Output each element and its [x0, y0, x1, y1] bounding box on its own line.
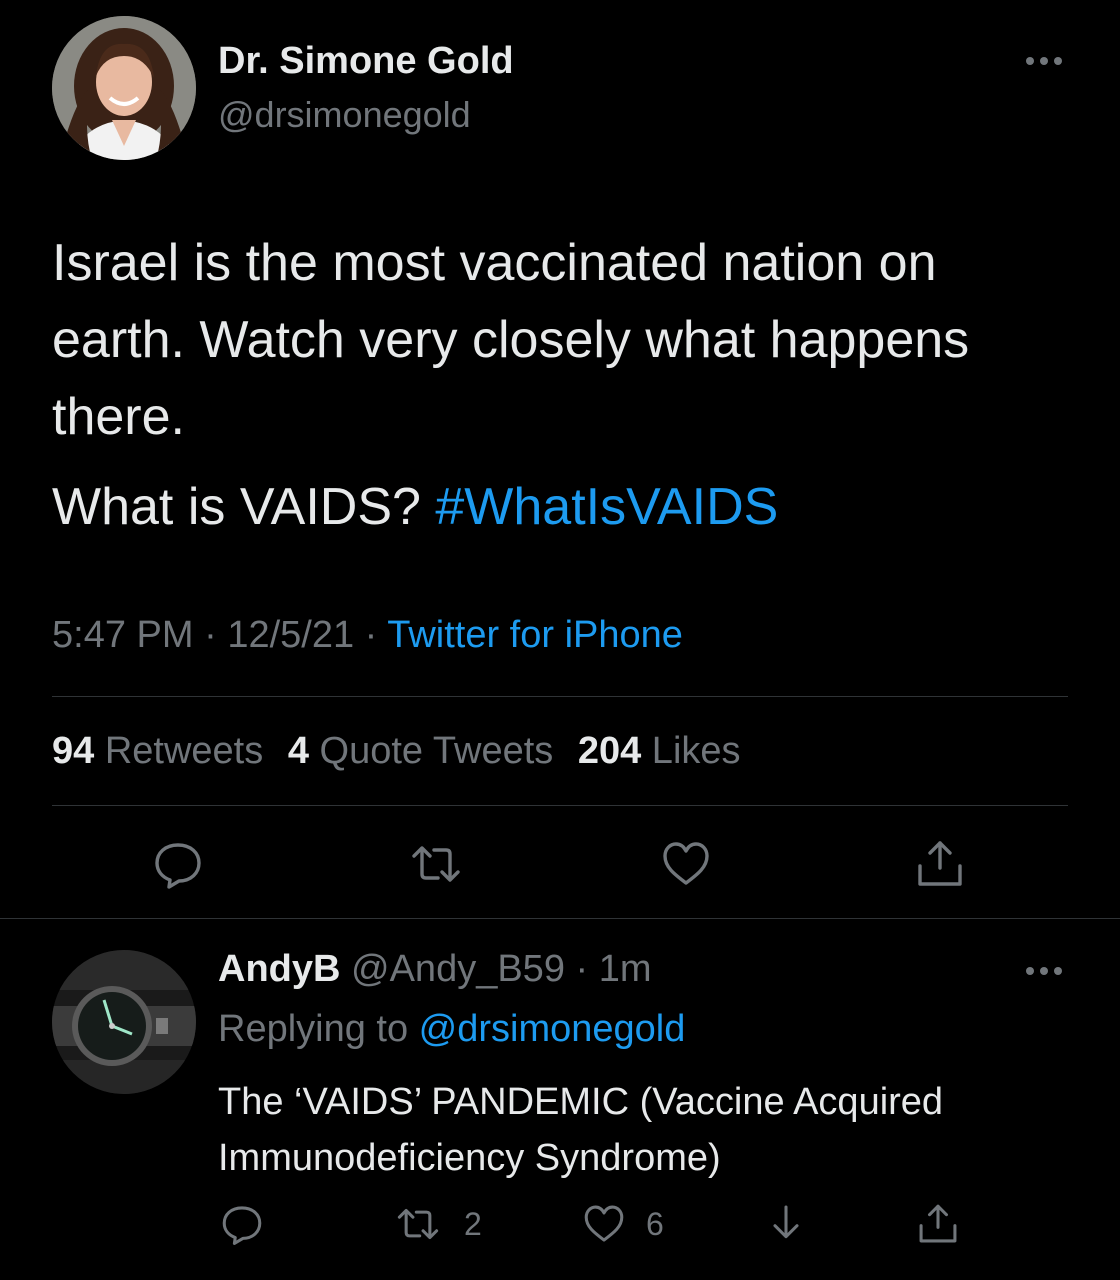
retweet-icon[interactable]	[410, 838, 462, 890]
retweet-icon[interactable]	[396, 1202, 440, 1246]
meta-separator: ·	[354, 614, 388, 656]
quote-tweets-count: 4	[287, 730, 309, 772]
more-icon[interactable]	[1022, 48, 1066, 74]
tweet-stats: 94 Retweets 4 Quote Tweets 204 Likes	[52, 730, 755, 773]
quote-tweets-label: Quote Tweets	[308, 730, 554, 772]
tweet-text-plain: What is VAIDS?	[52, 478, 436, 536]
reply-icon[interactable]	[152, 838, 204, 890]
replying-to: Replying to @drsimonegold	[218, 1008, 685, 1051]
hashtag-link[interactable]: #WhatIsVAIDS	[435, 478, 778, 536]
retweets-count: 94	[52, 730, 95, 772]
reply-time[interactable]: · 1m	[565, 948, 652, 990]
download-icon[interactable]	[764, 1202, 808, 1246]
divider	[52, 696, 1068, 697]
tweet-detail-page: Dr. Simone Gold @drsimonegold Israel is …	[0, 0, 1120, 1280]
tweet-time[interactable]: 5:47 PM	[52, 614, 194, 656]
replying-to-mention[interactable]: @drsimonegold	[419, 1008, 686, 1050]
tweet-meta: 5:47 PM · 12/5/21 · Twitter for iPhone	[52, 614, 683, 657]
tweet-text-line-2: What is VAIDS? #WhatIsVAIDS	[52, 474, 778, 540]
more-icon[interactable]	[1022, 958, 1066, 984]
likes-stat[interactable]: 204 Likes	[578, 730, 741, 772]
tweet-date[interactable]: 12/5/21	[227, 614, 354, 656]
reply-like-count: 6	[646, 1206, 664, 1242]
like-icon[interactable]	[582, 1202, 626, 1246]
author-handle[interactable]: @drsimonegold	[218, 94, 471, 136]
avatar-image	[52, 16, 196, 160]
reply-avatar[interactable]	[52, 950, 196, 1094]
share-icon[interactable]	[916, 1202, 960, 1246]
replying-to-prefix: Replying to	[218, 1008, 419, 1050]
retweets-label: Retweets	[94, 730, 264, 772]
retweets-stat[interactable]: 94 Retweets	[52, 730, 263, 772]
quote-tweets-stat[interactable]: 4 Quote Tweets	[288, 730, 553, 772]
tweet-text: Israel is the most vaccinated nation on …	[52, 234, 970, 446]
reply-text: The ‘VAIDS’ PANDEMIC (Vaccine Acquired I…	[218, 1081, 944, 1179]
reply-header: AndyB @Andy_B59 · 1m	[218, 948, 652, 991]
meta-separator: ·	[193, 614, 228, 656]
reply-author-handle[interactable]: @Andy_B59	[340, 948, 565, 990]
reply-author-name[interactable]: AndyB	[218, 948, 340, 990]
divider	[0, 918, 1120, 919]
tweet-source[interactable]: Twitter for iPhone	[387, 614, 683, 656]
reply-avatar-image	[52, 950, 196, 1094]
likes-label: Likes	[641, 730, 741, 772]
share-icon[interactable]	[914, 838, 966, 890]
reply-retweet-count: 2	[464, 1206, 482, 1242]
like-icon[interactable]	[660, 838, 712, 890]
author-name[interactable]: Dr. Simone Gold	[218, 40, 514, 83]
avatar[interactable]	[52, 16, 196, 160]
divider	[52, 805, 1068, 806]
reply-icon[interactable]	[220, 1202, 264, 1246]
likes-count: 204	[577, 730, 642, 772]
